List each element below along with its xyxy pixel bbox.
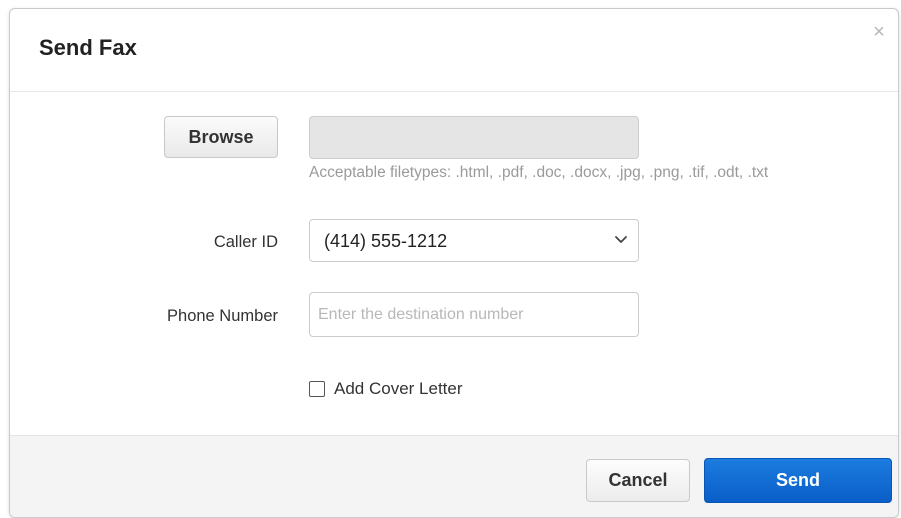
phone-number-label: Phone Number (167, 307, 278, 325)
cover-letter-label[interactable]: Add Cover Letter (334, 379, 463, 399)
browse-button[interactable]: Browse (164, 116, 278, 158)
phone-number-input[interactable] (309, 292, 639, 337)
dialog-footer: Cancel Send (10, 435, 898, 517)
send-fax-dialog: Send Fax × Browse Acceptable filetypes: … (9, 8, 899, 518)
send-button[interactable]: Send (704, 458, 892, 503)
dialog-header: Send Fax × (10, 9, 898, 92)
cancel-button[interactable]: Cancel (586, 459, 690, 502)
cover-letter-checkbox[interactable] (309, 381, 325, 397)
caller-id-selected-value: (414) 555-1212 (324, 231, 448, 251)
filetypes-help-text: Acceptable filetypes: .html, .pdf, .doc,… (309, 164, 769, 181)
selected-file-display (309, 116, 639, 159)
close-icon[interactable]: × (870, 22, 888, 42)
dialog-body: Browse Acceptable filetypes: .html, .pdf… (10, 92, 898, 435)
caller-id-select[interactable]: (414) 555-1212 (309, 219, 639, 262)
dialog-title: Send Fax (39, 35, 137, 60)
cover-letter-row: Add Cover Letter (309, 378, 463, 400)
caller-id-label: Caller ID (213, 233, 278, 251)
chevron-down-icon (615, 236, 627, 243)
